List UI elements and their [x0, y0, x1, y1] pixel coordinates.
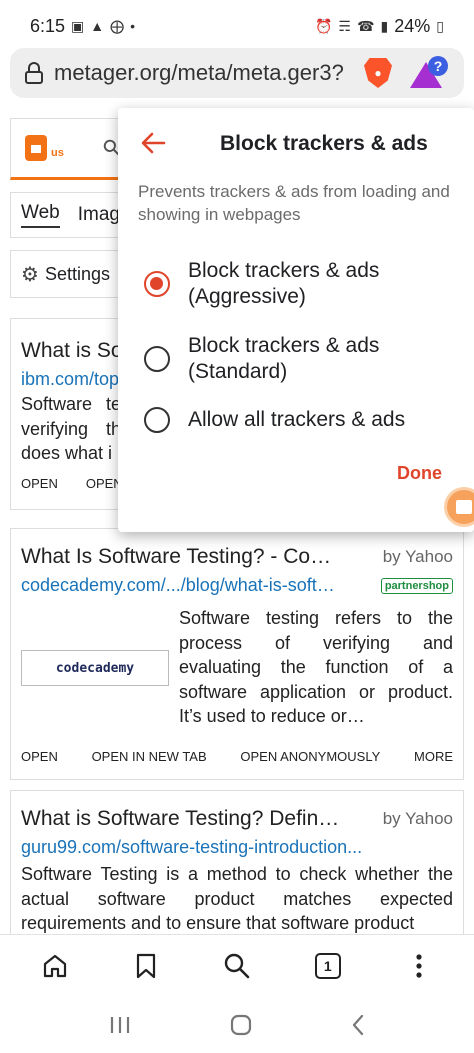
bookmark-button[interactable] — [126, 946, 166, 986]
tab-count-icon: 1 — [314, 952, 341, 979]
settings-label: Settings — [44, 263, 110, 284]
open-button[interactable]: OPEN — [21, 749, 58, 764]
signal-icon: ▮ — [380, 17, 389, 34]
battery-text: 24% — [394, 15, 431, 36]
result-url[interactable]: codecademy.com/.../blog/what-is-soft… — [21, 575, 361, 596]
done-button[interactable]: Done — [397, 463, 442, 484]
bookmark-icon — [137, 953, 156, 978]
partnershop-badge[interactable]: partnershop — [380, 577, 453, 594]
result-description: Software te verifying th does what i — [21, 394, 121, 463]
option-label: Block trackers & ads (Standard) — [188, 334, 380, 383]
status-bar: 6:15 ▣ ▲ ⨁ • ⏰ ☴ ☎ ▮ 24% ▯ — [0, 0, 474, 52]
search-button[interactable] — [217, 946, 257, 986]
battery-icon: ▯ — [436, 17, 444, 34]
search-result: What is Software Testing? Defin… by Yaho… — [10, 790, 464, 940]
tab-count: 1 — [323, 957, 332, 974]
result-title[interactable]: What Is Software Testing? - Co… — [21, 545, 361, 569]
more-button[interactable]: MORE — [414, 749, 453, 764]
result-url[interactable]: guru99.com/software-testing-introduction… — [21, 837, 453, 858]
gallery-icon: ▣ — [71, 17, 85, 34]
search-result: What Is Software Testing? - Co… by Yahoo… — [10, 528, 464, 780]
more-vert-icon — [415, 953, 422, 978]
home-button[interactable] — [35, 946, 75, 986]
codecademy-logo: codecademy — [55, 660, 135, 676]
popup-header: Block trackers & ads — [118, 124, 474, 164]
radio-standard[interactable] — [144, 346, 170, 372]
back-arrow-icon[interactable] — [140, 128, 166, 158]
popup-subtitle: Prevents trackers & ads from loading and… — [138, 182, 450, 224]
open-anonymously-button[interactable]: OPEN ANONYMOUSLY — [240, 749, 380, 764]
more-notifications-icon: • — [130, 18, 136, 34]
metager-logo-icon[interactable] — [25, 135, 47, 161]
tab-web[interactable]: Web — [21, 202, 60, 228]
brave-rewards-icon[interactable]: ? — [410, 56, 448, 90]
wifi-icon: ☴ — [338, 17, 352, 34]
result-source: by Yahoo — [382, 547, 453, 566]
result-description: Software testing refers to the process o… — [179, 608, 453, 726]
tab-images[interactable]: Imag — [78, 204, 120, 226]
open-button[interactable]: OPEN — [21, 476, 58, 491]
radio-allow-all[interactable] — [144, 407, 170, 433]
option-aggressive[interactable]: Block trackers & ads (Aggressive) — [144, 258, 464, 310]
radio-aggressive[interactable] — [144, 271, 170, 297]
language-badge: us — [51, 147, 64, 159]
menu-button[interactable] — [399, 946, 439, 986]
trackers-ads-popup: Block trackers & ads Prevents trackers &… — [118, 108, 474, 532]
result-thumbnail[interactable]: codecademy — [21, 650, 169, 686]
recent-apps-icon[interactable] — [109, 1015, 131, 1035]
option-label: Allow all trackers & ads — [188, 408, 406, 431]
back-nav-icon[interactable] — [351, 1014, 365, 1036]
call-icon: ☎ — [357, 17, 375, 34]
brave-shields-icon[interactable]: ● — [364, 58, 392, 88]
system-nav-bar — [0, 996, 474, 1053]
status-time: 6:15 — [30, 15, 66, 36]
option-allow-all[interactable]: Allow all trackers & ads — [144, 407, 464, 433]
app-notification-icon: ▲ — [90, 18, 105, 34]
search-icon — [224, 953, 250, 978]
browser-bottom-nav: 1 — [0, 934, 474, 996]
result-title[interactable]: What is Software Testing? Defin… — [21, 807, 361, 831]
chat-icon — [456, 500, 472, 514]
home-nav-icon[interactable] — [230, 1014, 252, 1036]
alarm-icon: ⏰ — [315, 17, 333, 34]
option-label: Block trackers & ads (Aggressive) — [188, 259, 380, 308]
lock-icon[interactable] — [24, 61, 44, 85]
tabs-button[interactable]: 1 — [308, 946, 348, 986]
result-description: Software Testing is a method to check wh… — [21, 864, 453, 933]
popup-title: Block trackers & ads — [220, 132, 428, 155]
url-bar[interactable]: metager.org/meta/meta.ger3? ● ? — [10, 48, 464, 98]
gear-icon: ⚙ — [21, 263, 39, 286]
home-icon — [44, 954, 67, 977]
option-standard[interactable]: Block trackers & ads (Standard) — [144, 333, 464, 385]
result-source: by Yahoo — [382, 809, 453, 828]
open-new-tab-button[interactable]: OPEN IN NEW TAB — [92, 749, 207, 764]
url-text[interactable]: metager.org/meta/meta.ger3? — [54, 60, 354, 86]
game-notification-icon: ⨁ — [110, 17, 125, 34]
